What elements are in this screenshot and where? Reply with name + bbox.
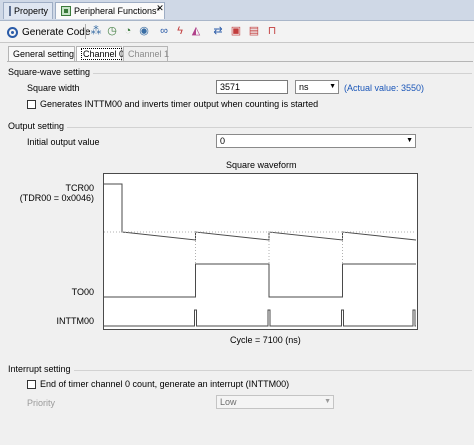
group-divider [8,370,472,371]
timer-icon[interactable]: ◔ [122,24,134,38]
generate-interrupt-checkbox[interactable] [27,100,36,109]
generate-code-label: Generate Code [22,26,91,38]
end-count-interrupt-checkbox[interactable] [27,380,36,389]
interrupt-setting-group-title: Interrupt setting [8,364,74,374]
chevron-down-icon: ▼ [329,83,336,90]
unit-select[interactable]: ns ▼ [295,80,339,94]
priority-value: Low [220,397,237,407]
eraser-icon[interactable]: ◭ [190,24,202,38]
chip-icon[interactable]: ▣ [230,24,242,38]
output-setting-group-title: Output setting [8,121,68,131]
group-divider [8,127,472,128]
chip-icon[interactable]: ▤ [248,24,260,38]
tab-peripheral-functions-label: Peripheral Functions* [74,6,161,16]
generate-interrupt-label: Generates INTTM00 and inverts timer outp… [40,99,319,109]
tree-view-icon[interactable]: ⁂ [90,24,102,38]
generate-code-icon [7,26,18,38]
inttm-interrupt-pulses [104,309,416,327]
chevron-down-icon: ▼ [406,137,413,144]
tab-general-setting[interactable]: General setting [8,46,75,61]
watchdog-icon[interactable]: ◉ [138,24,150,38]
priority-label: Priority [27,398,56,408]
inttm-label: INTTM00 [56,316,94,326]
peripheral-functions-icon [61,6,71,16]
clock-icon[interactable]: ◷ [106,24,118,38]
cycle-label: Cycle = 7100 (ns) [230,335,301,345]
square-width-input[interactable]: 3571 [216,80,288,94]
priority-select[interactable]: Low ▼ [216,395,334,409]
generate-code-button[interactable]: Generate Code [4,24,93,40]
tab-channel-0[interactable]: Channel 0 [76,46,127,61]
lock-icon[interactable]: ⊓ [266,24,278,38]
tab-channel-0-label: Channel 0 [81,48,127,60]
tab-channel-1[interactable]: Channel 1 [123,46,169,61]
property-icon [9,6,11,16]
close-icon[interactable]: ✕ [155,2,165,14]
flash-icon[interactable]: ϟ [174,24,186,38]
waveform-title: Square waveform [226,160,297,170]
actual-value-text: (Actual value: 3550) [344,83,425,93]
unit-select-value: ns [299,82,309,92]
tab-property-label: Property [14,6,49,16]
chevron-down-icon: ▼ [324,398,331,405]
tab-peripheral-functions[interactable]: Peripheral Functions* [55,2,165,19]
tab-property[interactable]: Property [3,2,53,19]
to-label: TO00 [71,287,94,297]
to-output-waveform [104,263,416,298]
square-width-label: Square width [27,83,80,93]
square-waveform-diagram [104,183,417,327]
tcr-label: TCR00 [65,183,94,193]
initial-output-select[interactable]: 0 ▼ [216,134,416,148]
toolbar-separator [85,24,86,39]
waveform-frame [103,173,418,330]
link-icon[interactable]: ∞ [158,24,170,38]
interrupt-icon[interactable]: ⇄ [212,24,224,38]
initial-output-label: Initial output value [27,137,100,147]
end-count-interrupt-label: End of timer channel 0 count, generate a… [40,379,290,389]
tdr-label: (TDR00 = 0x0046) [19,193,94,203]
square-wave-group-title: Square-wave setting [8,67,94,77]
initial-output-value: 0 [220,136,226,146]
